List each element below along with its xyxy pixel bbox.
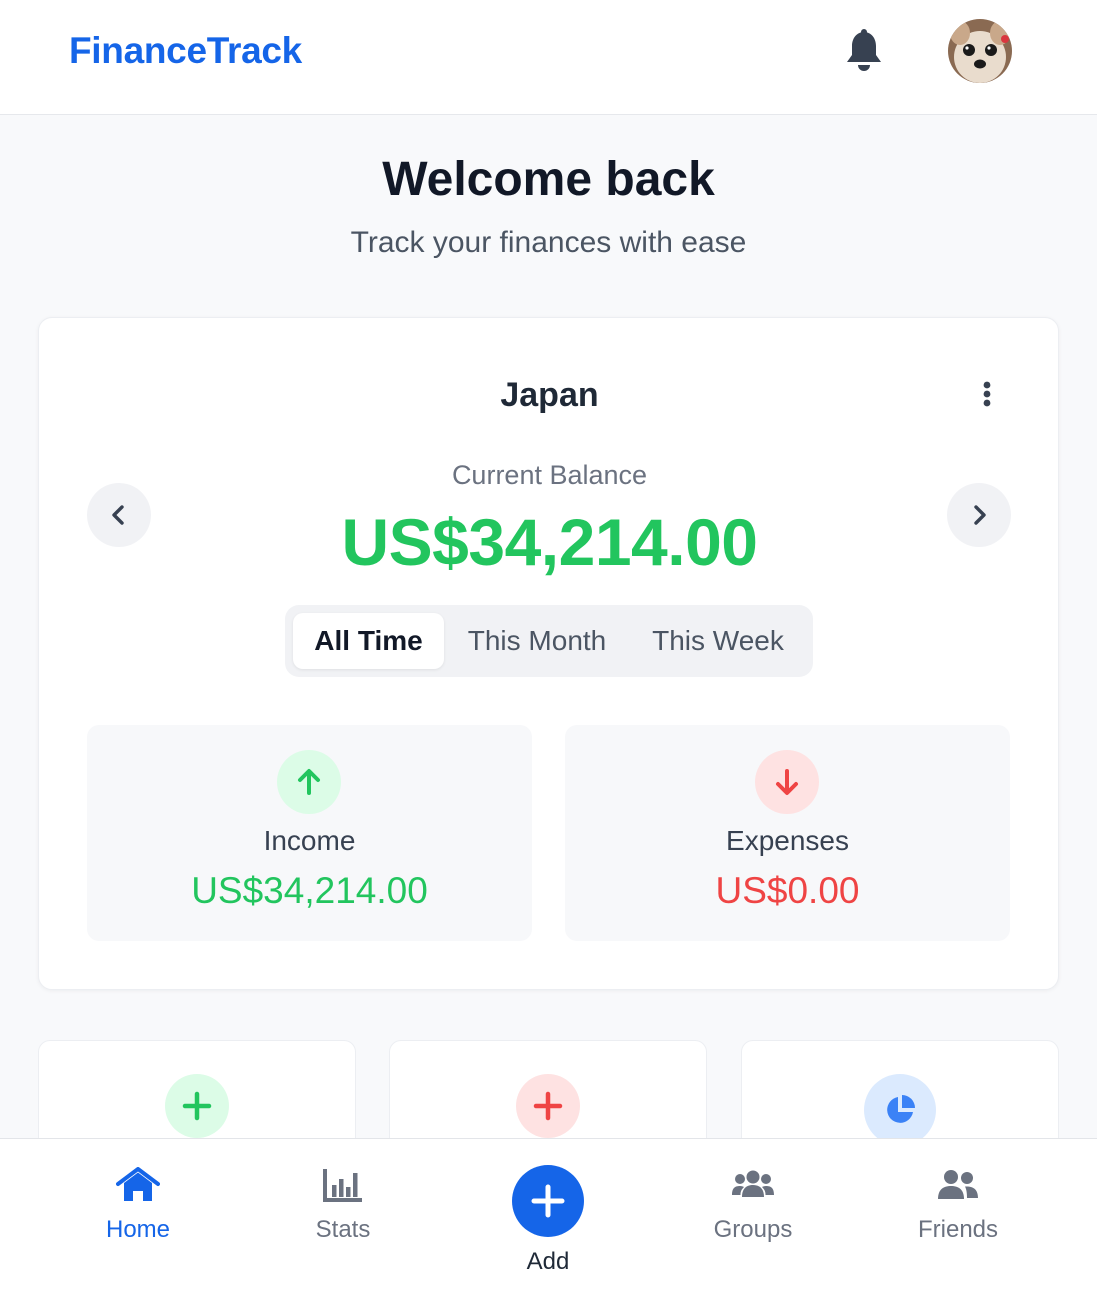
tab-all-time[interactable]: All Time bbox=[293, 613, 444, 669]
expenses-summary: Expenses US$0.00 bbox=[565, 725, 1010, 941]
friends-icon bbox=[938, 1170, 978, 1199]
nav-groups-label: Groups bbox=[713, 1216, 793, 1243]
nav-stats[interactable]: Stats bbox=[263, 1139, 423, 1279]
nav-friends-label: Friends bbox=[917, 1216, 999, 1243]
groups-icon bbox=[732, 1170, 774, 1197]
bottom-navigation: Home Stats Add Groups Friends bbox=[0, 1138, 1097, 1299]
nav-add-label: Add bbox=[526, 1248, 570, 1275]
tab-this-month[interactable]: This Month bbox=[452, 613, 622, 669]
expenses-value: US$0.00 bbox=[715, 870, 860, 911]
page-subtitle: Track your finances with ease bbox=[350, 226, 747, 259]
page-title: Welcome back bbox=[382, 153, 715, 206]
arrow-down-icon bbox=[755, 750, 819, 814]
app-root: FinanceTrack Welcome back Track your fin… bbox=[0, 0, 1097, 1299]
nav-home[interactable]: Home bbox=[58, 1139, 218, 1279]
arrow-up-icon bbox=[277, 750, 341, 814]
pie-chart-icon[interactable] bbox=[864, 1074, 936, 1146]
nav-stats-label: Stats bbox=[315, 1216, 371, 1243]
nav-groups[interactable]: Groups bbox=[673, 1139, 833, 1279]
plus-icon bbox=[531, 1184, 565, 1218]
bell-icon[interactable] bbox=[842, 28, 886, 74]
home-icon bbox=[116, 1167, 160, 1201]
balance-label: Current Balance bbox=[451, 460, 648, 490]
nav-home-label: Home bbox=[105, 1216, 171, 1243]
brand-logo[interactable]: FinanceTrack bbox=[69, 30, 302, 72]
top-header: FinanceTrack bbox=[0, 0, 1097, 115]
nav-friends[interactable]: Friends bbox=[878, 1139, 1038, 1279]
more-options-icon[interactable] bbox=[974, 376, 1000, 412]
bar-chart-icon bbox=[323, 1169, 362, 1202]
plus-icon[interactable] bbox=[516, 1074, 580, 1138]
balance-value: US$34,214.00 bbox=[341, 505, 758, 579]
avatar[interactable] bbox=[948, 19, 1012, 83]
plus-icon[interactable] bbox=[165, 1074, 229, 1138]
add-button[interactable] bbox=[512, 1165, 584, 1237]
income-summary: Income US$34,214.00 bbox=[87, 725, 532, 941]
income-label: Income bbox=[263, 825, 356, 856]
account-name: Japan bbox=[500, 376, 599, 414]
period-tabs: All Time This Month This Week bbox=[285, 605, 813, 677]
expenses-label: Expenses bbox=[726, 825, 849, 856]
account-card: Japan Current Balance US$34,214.00 All T… bbox=[38, 317, 1059, 990]
tab-this-week[interactable]: This Week bbox=[631, 613, 805, 669]
income-value: US$34,214.00 bbox=[191, 870, 428, 911]
